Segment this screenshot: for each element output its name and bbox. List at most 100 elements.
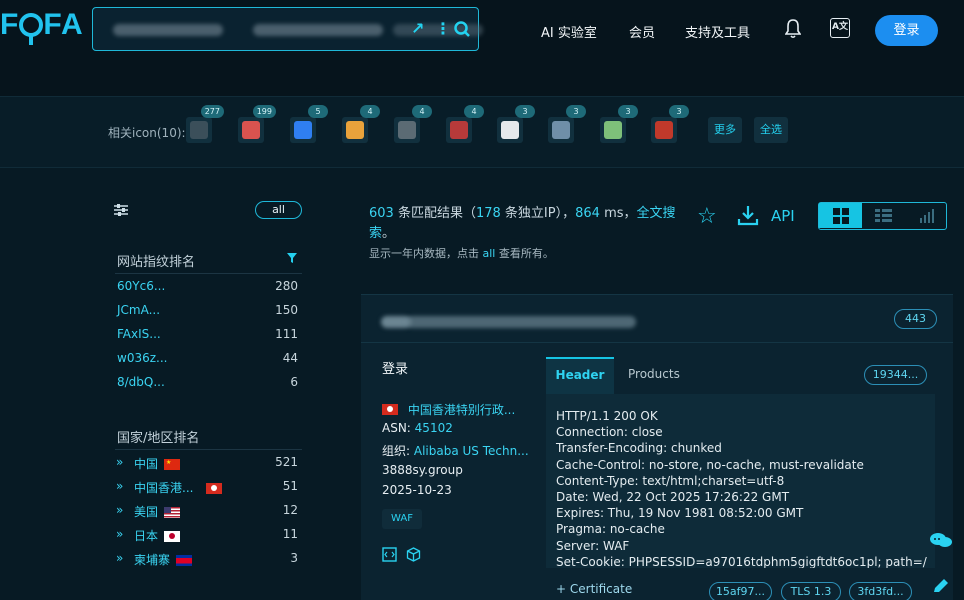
filter-funnel-icon[interactable] (286, 252, 298, 264)
icon-count-badge: 3 (566, 105, 586, 118)
domain-link[interactable]: 3888sy.group (382, 463, 463, 477)
related-icon[interactable]: 4 (342, 105, 380, 143)
stats-view-button[interactable] (905, 203, 948, 228)
port-badge[interactable]: 443 (894, 309, 937, 329)
header-line: Connection: close (556, 425, 663, 440)
date-text: 2025-10-23 (382, 483, 452, 497)
translate-icon[interactable]: A文 (830, 18, 850, 38)
cert-fingerprint-pill[interactable]: 3fd3fd... (849, 582, 912, 600)
header-line: Set-Cookie: PHPSESSID=a97016tdphm5gigftd… (556, 554, 927, 568)
org-row: 组织: Alibaba US Techn... (382, 442, 529, 459)
related-icon[interactable]: 4 (394, 105, 432, 143)
nav-support-tools[interactable]: 支持及工具 (685, 22, 750, 41)
hash-badge[interactable]: 19344... (864, 365, 927, 385)
api-button[interactable]: API (771, 207, 795, 225)
tls-version-pill[interactable]: TLS 1.3 (781, 582, 841, 600)
list-icon (875, 209, 892, 222)
grid-view-button[interactable] (819, 203, 862, 228)
fingerprint-link[interactable]: 8/dbQ... (117, 375, 165, 389)
cube-icon[interactable] (406, 547, 421, 562)
site-favicon-icon (398, 121, 416, 139)
summary-text: 条匹配结果（ (393, 206, 476, 221)
fingerprint-link[interactable]: 60Yc6... (117, 279, 165, 293)
related-icon[interactable]: 277 (186, 105, 224, 143)
chat-icon[interactable] (928, 530, 954, 550)
related-icon[interactable]: 199 (238, 105, 276, 143)
chevron-right-icon[interactable]: » (116, 551, 123, 565)
chevron-right-icon[interactable]: » (116, 527, 123, 541)
code-icon[interactable] (382, 547, 397, 562)
icon-count-badge: 277 (200, 105, 224, 118)
more-icons-button[interactable]: 更多 (708, 117, 742, 143)
more-options-icon[interactable]: ⋮ (435, 19, 451, 38)
tab-products[interactable]: Products (628, 367, 680, 381)
results-note: 显示一年内数据，点击 all 查看所有。 (369, 245, 554, 261)
org-link[interactable]: Alibaba US Techn... (414, 444, 529, 458)
site-favicon-icon (450, 121, 468, 139)
nav-membership[interactable]: 会员 (629, 22, 655, 41)
grid-icon (833, 208, 849, 224)
ip-count: 178 (475, 206, 501, 221)
summary-text: ms， (599, 206, 637, 221)
site-favicon-icon (604, 121, 622, 139)
fingerprint-count: 280 (275, 279, 298, 293)
nav-ai-lab[interactable]: AI 实验室 (541, 22, 597, 41)
asn-row: ASN: 45102 (382, 421, 453, 435)
location-row: 中国香港特别行政... (382, 401, 515, 418)
download-icon[interactable] (737, 204, 759, 226)
search-icon[interactable] (453, 20, 471, 38)
all-filter-pill[interactable]: all (255, 201, 302, 219)
tab-header[interactable]: Header (546, 357, 614, 394)
note-text: 显示一年内数据，点击 (369, 247, 483, 260)
asn-link[interactable]: 45102 (415, 421, 453, 435)
header-line: Cache-Control: no-store, no-cache, must-… (556, 457, 864, 472)
edit-icon[interactable] (931, 578, 949, 596)
search-input[interactable]: ↗ ⋮ (92, 7, 483, 51)
select-all-button[interactable]: 全选 (754, 117, 788, 143)
header-line: Date: Wed, 22 Oct 2025 17:26:22 GMT (556, 490, 790, 504)
country-link[interactable]: 柬埔寨 (134, 551, 170, 568)
related-icons-label: 相关icon(10): (108, 126, 186, 140)
certificate-toggle[interactable]: + Certificate (556, 582, 632, 596)
cn-flag-icon: ★ (164, 459, 180, 470)
sliders-icon[interactable] (114, 203, 128, 217)
waf-tag[interactable]: WAF (382, 509, 422, 529)
login-button[interactable]: 登录 (875, 15, 938, 46)
fingerprint-link[interactable]: w036z... (117, 351, 167, 365)
logo-ring-icon (19, 13, 44, 45)
http-header-panel: HTTP/1.1 200 OK Connection: close Transfer… (546, 394, 935, 568)
related-icon[interactable]: 3 (497, 105, 535, 143)
location-link[interactable]: 中国香港特别行政... (408, 403, 515, 417)
country-link[interactable]: 日本 (134, 527, 158, 544)
site-favicon-icon (190, 121, 208, 139)
note-text: 查看所有。 (495, 247, 554, 260)
related-icon[interactable]: 3 (548, 105, 586, 143)
related-icon[interactable]: 3 (600, 105, 638, 143)
favorite-star-icon[interactable]: ☆ (697, 204, 717, 229)
country-link[interactable]: 中国 (134, 455, 158, 472)
fingerprint-ranking-title: 网站指纹排名 (117, 255, 196, 270)
fingerprint-link[interactable]: JCmA... (117, 303, 160, 317)
show-all-link[interactable]: all (483, 247, 496, 260)
country-link[interactable]: 中国香港... (134, 479, 193, 496)
related-icon[interactable]: 3 (651, 105, 689, 143)
results-summary: 603 条匹配结果（178 条独立IP），864 ms，全文搜索。 (369, 204, 691, 244)
icon-count-badge: 5 (308, 105, 328, 118)
chevron-right-icon[interactable]: » (116, 479, 123, 493)
result-card: 443 登录 中国香港特别行政... ASN: 45102 组织: Alibab… (361, 294, 953, 600)
related-icon[interactable]: 4 (446, 105, 484, 143)
chevron-right-icon[interactable]: » (116, 455, 123, 469)
related-icon[interactable]: 5 (290, 105, 328, 143)
fingerprint-link[interactable]: FAxIS... (117, 327, 161, 341)
bell-icon[interactable] (785, 19, 801, 39)
fofa-logo[interactable]: F FA (0, 8, 84, 45)
list-view-button[interactable] (862, 203, 905, 228)
chevron-right-icon[interactable]: » (116, 503, 123, 517)
us-flag-icon (164, 507, 180, 518)
cert-hash-pill[interactable]: 15af97... (709, 582, 772, 600)
country-link[interactable]: 美国 (134, 503, 158, 520)
divider (115, 449, 302, 450)
expand-icon[interactable]: ↗ (411, 19, 424, 38)
icon-count-badge: 4 (412, 105, 432, 118)
country-count: 51 (282, 479, 298, 493)
